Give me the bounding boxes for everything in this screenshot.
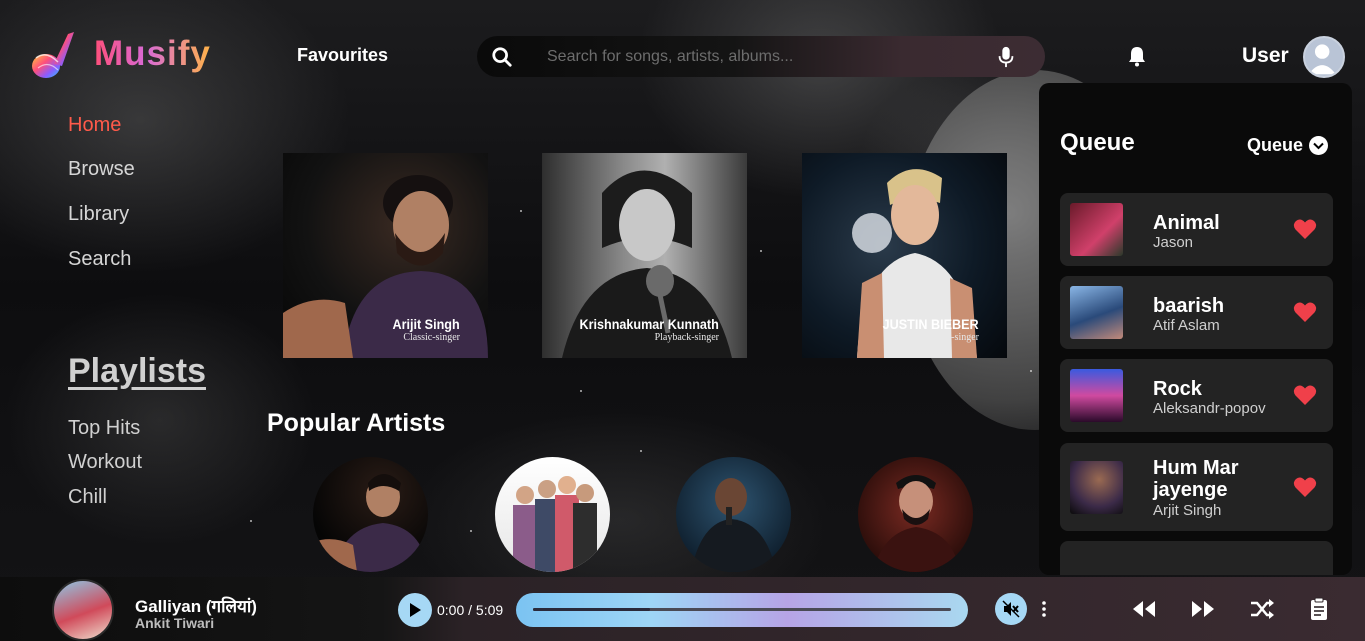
nav-search[interactable]: Search <box>68 248 131 271</box>
chevron-down-icon <box>1309 136 1329 155</box>
featured-card-subtitle: Playback-singer <box>654 332 719 343</box>
queue-item-title: baarish <box>1153 295 1225 317</box>
progress-bar[interactable] <box>516 593 968 627</box>
microphone-icon[interactable] <box>996 46 1016 68</box>
popular-artist-1[interactable] <box>313 457 428 572</box>
search-bar[interactable] <box>477 36 1045 77</box>
artist-avatar-image <box>691 478 776 572</box>
play-icon <box>410 603 421 617</box>
featured-card-arijit-singh[interactable]: Arijit Singh Classic-singer <box>283 153 488 358</box>
queue-item-title: Hum Mar jayenge <box>1153 457 1239 501</box>
star <box>470 530 472 532</box>
now-playing-cover[interactable] <box>52 579 114 641</box>
star <box>580 390 582 392</box>
queue-dropdown-label: Queue <box>1247 135 1304 155</box>
featured-card-justin-bieber[interactable]: JUSTIN BIEBER Pop-singer <box>802 153 1007 358</box>
shuffle-icon[interactable] <box>1248 597 1276 621</box>
queue-item-artist: Aleksandr-popov <box>1153 400 1266 417</box>
user-avatar-icon <box>1308 44 1336 75</box>
queue-item-thumbnail <box>1070 369 1123 422</box>
nav-browse[interactable]: Browse <box>68 158 135 181</box>
queue-item-thumbnail <box>1070 461 1123 514</box>
playback-time: 0:00 / 5:09 <box>437 602 504 618</box>
heart-icon[interactable] <box>1293 218 1317 240</box>
app-logo-text[interactable]: Musify <box>94 34 211 74</box>
queue-item-title: Rock <box>1153 378 1202 400</box>
star <box>760 250 762 252</box>
queue-item-artist: Atif Aslam <box>1153 317 1220 334</box>
queue-panel: Queue Queue Animal Jason baarish Atif As… <box>1039 83 1352 575</box>
favourites-link[interactable]: Favourites <box>297 45 388 66</box>
queue-title: Queue <box>1060 129 1135 156</box>
volume-muted-icon <box>1002 600 1020 618</box>
heart-icon[interactable] <box>1293 301 1317 323</box>
previous-track-icon[interactable] <box>1130 597 1158 621</box>
play-button[interactable] <box>398 593 432 627</box>
queue-item[interactable]: baarish Atif Aslam <box>1060 276 1333 349</box>
progress-track[interactable] <box>533 608 951 611</box>
user-avatar[interactable] <box>1303 36 1345 78</box>
artist-avatar-image <box>873 475 960 572</box>
queue-item[interactable]: Hum Mar jayenge Arjit Singh <box>1060 443 1333 531</box>
popular-artist-3[interactable] <box>676 457 791 572</box>
featured-card-subtitle: Classic-singer <box>403 332 460 343</box>
search-input[interactable] <box>547 36 987 77</box>
clipboard-list-icon[interactable] <box>1305 597 1333 621</box>
progress-fill <box>533 608 651 611</box>
heart-icon[interactable] <box>1293 476 1317 498</box>
now-playing-artist: Ankit Tiwari <box>135 615 215 631</box>
queue-item[interactable]: Animal Jason <box>1060 193 1333 266</box>
nav-library[interactable]: Library <box>68 203 129 226</box>
star <box>640 450 642 452</box>
user-name[interactable]: User <box>1242 44 1289 68</box>
queue-item-thumbnail <box>1070 286 1123 339</box>
queue-item[interactable]: Rock Aleksandr-popov <box>1060 359 1333 432</box>
popular-artist-2[interactable] <box>495 457 610 572</box>
featured-card-name: JUSTIN BIEBER <box>883 316 979 332</box>
next-track-icon[interactable] <box>1189 597 1217 621</box>
playlist-chill[interactable]: Chill <box>68 486 107 509</box>
mute-button[interactable] <box>995 593 1027 625</box>
star <box>520 210 522 212</box>
featured-card-name: Arijit Singh <box>392 316 460 332</box>
search-icon[interactable] <box>491 46 513 68</box>
featured-card-subtitle: Pop-singer <box>935 332 979 343</box>
featured-card-krishnakumar-kunnath[interactable]: Krishnakumar Kunnath Playback-singer <box>542 153 747 358</box>
queue-dropdown[interactable]: Queue <box>1247 135 1329 156</box>
heart-icon[interactable] <box>1293 384 1317 406</box>
star <box>250 520 252 522</box>
artist-avatar-image <box>313 474 428 572</box>
player-bar: Galliyan (गलियां) Ankit Tiwari 0:00 / 5:… <box>0 577 1365 641</box>
popular-artists-heading: Popular Artists <box>267 409 446 437</box>
queue-item-artist: Arjit Singh <box>1153 502 1222 519</box>
more-options-icon[interactable] <box>1040 599 1048 619</box>
playlists-heading[interactable]: Playlists <box>68 352 206 391</box>
playlist-top-hits[interactable]: Top Hits <box>68 417 140 440</box>
star <box>1030 370 1032 372</box>
musify-logo-icon[interactable] <box>28 28 76 82</box>
popular-artist-4[interactable] <box>858 457 973 572</box>
queue-item-title: Animal <box>1153 212 1220 234</box>
playlist-workout[interactable]: Workout <box>68 451 142 474</box>
queue-item-artist: Jason <box>1153 234 1194 251</box>
notification-bell-icon[interactable] <box>1127 45 1147 67</box>
artist-avatar-image <box>513 476 597 572</box>
nav-home[interactable]: Home <box>68 114 121 137</box>
now-playing-title: Galliyan (गलियां) <box>135 597 257 616</box>
queue-item-partial[interactable] <box>1060 541 1333 575</box>
queue-item-thumbnail <box>1070 203 1123 256</box>
featured-card-name: Krishnakumar Kunnath <box>579 316 719 332</box>
